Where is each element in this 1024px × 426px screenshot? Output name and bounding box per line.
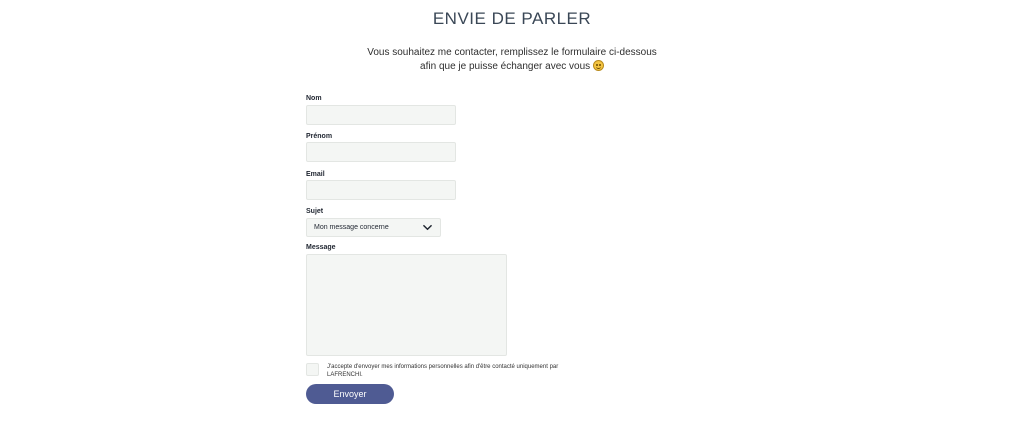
sujet-selected-value: Mon message concerne [314,224,389,231]
message-label: Message [306,244,336,251]
submit-button[interactable]: Envoyer [306,384,394,404]
prenom-input[interactable] [306,142,456,162]
consent-text: J'accepte d'envoyer mes informations per… [327,364,559,378]
intro-line-1: Vous souhaitez me contacter, remplissez … [367,47,657,58]
nom-label: Nom [306,95,322,102]
message-textarea[interactable] [306,254,507,356]
chevron-down-icon [423,224,432,231]
sujet-label: Sujet [306,208,324,215]
page-title: ENVIE DE PARLER [432,9,592,28]
sujet-select[interactable]: Mon message concerne [306,218,441,237]
contact-page: ENVIE DE PARLER Vous souhaitez me contac… [0,0,1024,426]
intro-text: Vous souhaitez me contacter, remplissez … [0,46,1024,74]
nom-input[interactable] [306,105,456,125]
prenom-label: Prénom [306,133,333,140]
intro-line-2: afin que je puisse échanger avec vous [420,61,591,72]
email-label: Email [306,171,325,178]
email-input[interactable] [306,180,456,200]
intro-line-2-wrap: afin que je puisse échanger avec vous [0,60,1024,74]
consent-checkbox[interactable] [306,363,319,376]
smiley-icon [592,60,604,71]
